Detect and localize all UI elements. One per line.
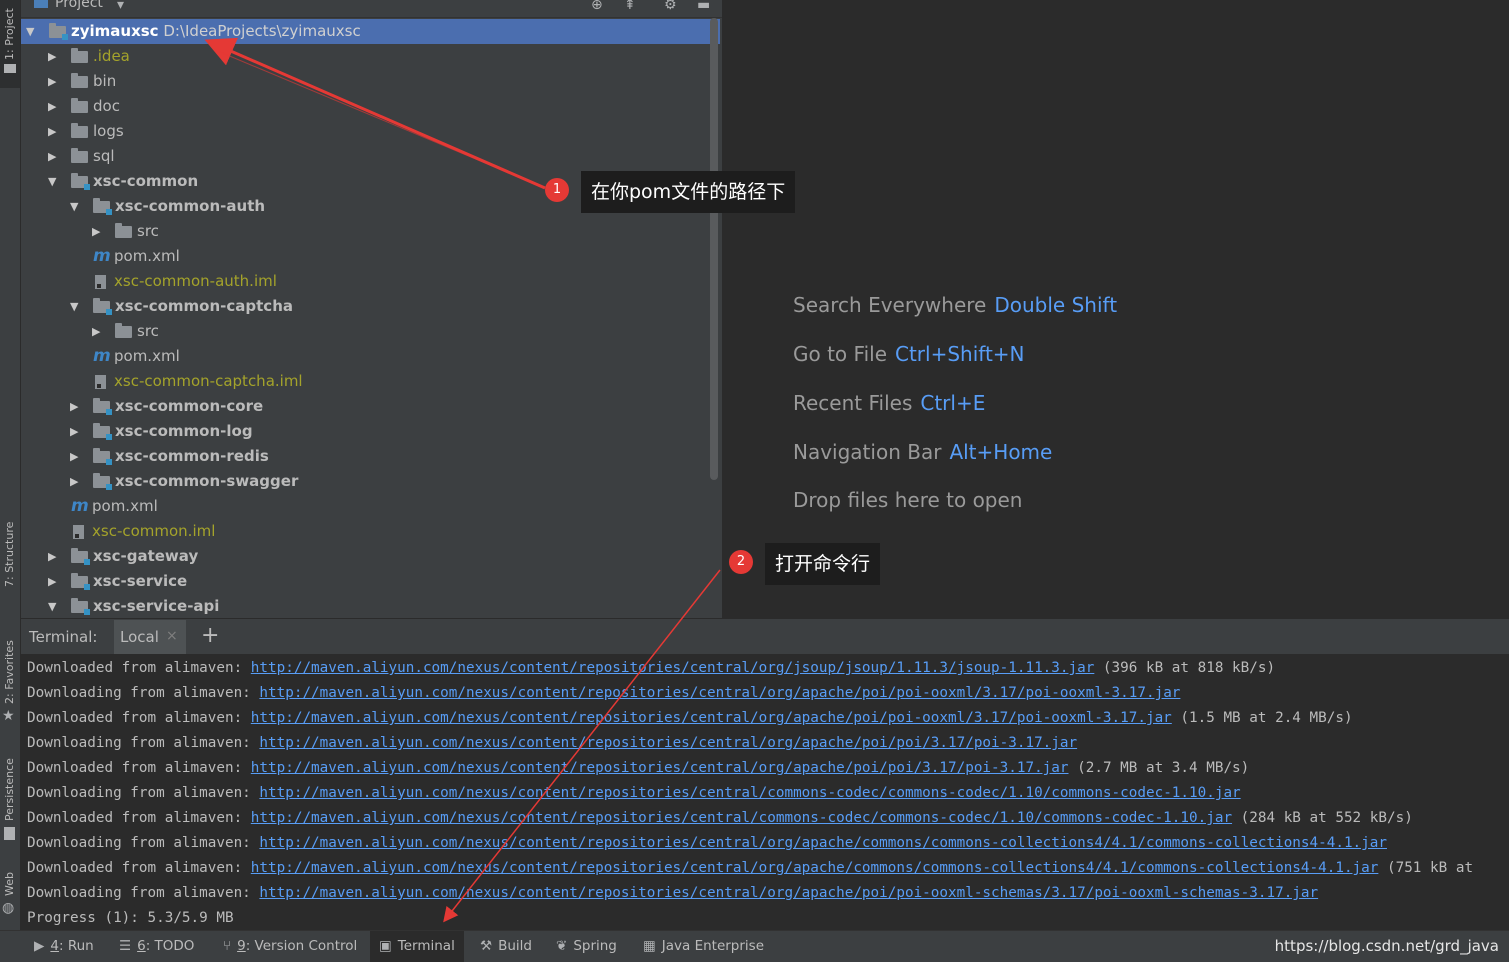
annotation-arrows <box>204 37 721 923</box>
annotation-callout-1: 在你pom文件的路径下 <box>581 171 796 213</box>
annotation-arrow-2 <box>443 569 721 923</box>
annotation-badge-1: 1 <box>545 178 569 202</box>
annotation-arrow-1-shadow <box>219 51 546 189</box>
annotation-callout-2: 打开命令行 <box>765 543 881 585</box>
annotation-badge-2: 2 <box>729 550 753 574</box>
annotation-arrow-1 <box>204 37 546 190</box>
